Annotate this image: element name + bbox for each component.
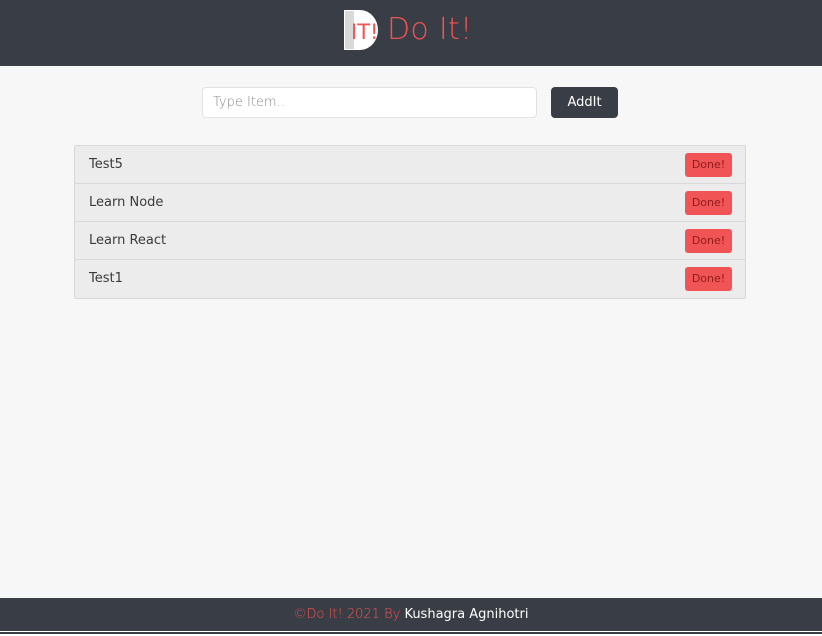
done-button[interactable]: Done! [685, 191, 732, 215]
app-header: IT! Do It! [0, 0, 822, 66]
task-row: Test5 Done! [75, 146, 745, 184]
done-button[interactable]: Done! [685, 229, 732, 253]
task-row: Learn Node Done! [75, 184, 745, 222]
task-label: Learn Node [89, 195, 164, 210]
task-row: Learn React Done! [75, 222, 745, 260]
new-item-input[interactable] [202, 87, 537, 118]
app-title: Do It! [387, 12, 473, 47]
task-list: Test5 Done! Learn Node Done! Learn React… [74, 145, 746, 299]
footer-copyright: ©Do It! 2021 By [293, 607, 405, 622]
task-label: Test1 [89, 271, 123, 286]
footer-divider [0, 631, 822, 636]
app-logo: IT! [342, 8, 380, 52]
task-label: Test5 [89, 157, 123, 172]
done-button[interactable]: Done! [685, 153, 732, 177]
add-item-button[interactable]: AddIt [551, 87, 618, 118]
footer-author-link[interactable]: Kushagra Agnihotri [404, 607, 528, 622]
task-row: Test1 Done! [75, 260, 745, 298]
page-footer: ©Do It! 2021 By Kushagra Agnihotri [0, 598, 822, 631]
done-button[interactable]: Done! [685, 267, 732, 291]
logo-text: IT! [351, 20, 378, 44]
task-label: Learn React [89, 233, 167, 248]
